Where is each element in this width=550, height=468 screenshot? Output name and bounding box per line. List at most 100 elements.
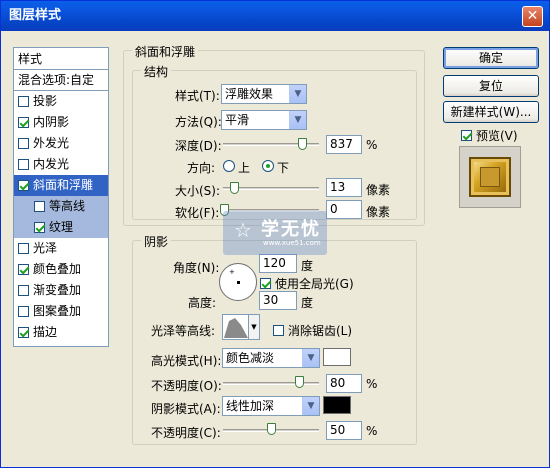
bevel-emboss-title: 斜面和浮雕	[132, 43, 199, 60]
depth-slider-thumb[interactable]	[298, 138, 307, 150]
checkbox-icon[interactable]	[34, 222, 45, 233]
shadow-opacity-unit: %	[366, 424, 378, 438]
highlight-mode-label: 高光模式(H):	[151, 354, 222, 368]
style-list-item-label: 颜色叠加	[33, 262, 82, 276]
new-style-button[interactable]: 新建样式(W)...	[443, 101, 539, 123]
technique-dropdown[interactable]: 平滑 ▼	[221, 110, 307, 130]
style-list-item-label: 投影	[33, 94, 58, 108]
size-input[interactable]: 13	[326, 178, 362, 197]
checkbox-icon[interactable]	[18, 96, 29, 107]
anti-alias-checkbox[interactable]: 消除锯齿(L)	[273, 322, 352, 339]
gloss-contour-picker[interactable]: ▼	[222, 314, 260, 340]
depth-label: 深度(D):	[175, 139, 222, 153]
style-list-item[interactable]: 投影	[14, 91, 108, 112]
watermark-icon: ☆	[234, 218, 252, 242]
checkbox-icon[interactable]	[18, 117, 29, 128]
checkbox-icon[interactable]	[18, 159, 29, 170]
direction-up-label: 上	[238, 161, 251, 175]
style-list-item[interactable]: 外发光	[14, 133, 108, 154]
chevron-down-icon[interactable]: ▼	[302, 349, 319, 367]
depth-input[interactable]: 837	[326, 135, 362, 154]
style-list-item[interactable]: 图案叠加	[14, 301, 108, 322]
direction-down-radio[interactable]	[262, 160, 274, 172]
style-label: 样式(T):	[175, 89, 220, 103]
depth-value: 837	[330, 137, 353, 151]
checkbox-icon[interactable]	[18, 264, 29, 275]
style-list-item[interactable]: 渐变叠加	[14, 280, 108, 301]
title-bar[interactable]: 图层样式	[1, 1, 549, 31]
checkbox-icon[interactable]	[18, 180, 29, 191]
direction-up-radio[interactable]	[223, 160, 235, 172]
shadow-mode-value: 线性加深	[226, 399, 275, 413]
checkbox-icon[interactable]	[461, 130, 472, 141]
size-label: 大小(S):	[175, 184, 221, 198]
global-light-checkbox[interactable]: 使用全局光(G)	[260, 275, 354, 292]
altitude-value: 30	[263, 293, 279, 307]
style-list-item-label: 光泽	[33, 241, 58, 255]
style-list-item-label: 渐变叠加	[33, 283, 82, 297]
style-list-header[interactable]: 样式	[14, 48, 108, 70]
highlight-mode-dropdown[interactable]: 颜色减淡 ▼	[222, 348, 320, 368]
style-list-item-label: 外发光	[33, 136, 70, 150]
style-list-item[interactable]: 纹理	[14, 217, 108, 238]
shadow-opacity-label: 不透明度(C):	[151, 426, 221, 440]
contour-curve-icon	[224, 318, 248, 338]
style-list-item-label: 纹理	[49, 220, 74, 234]
reset-button[interactable]: 复位	[443, 75, 539, 97]
close-button[interactable]: ✕	[522, 6, 543, 27]
angle-center-dot	[237, 281, 240, 284]
highlight-opacity-input[interactable]: 80	[326, 374, 362, 393]
shadow-mode-dropdown[interactable]: 线性加深 ▼	[222, 396, 320, 416]
style-list: 样式 混合选项:自定 投影内阴影外发光内发光斜面和浮雕等高线纹理光泽颜色叠加渐变…	[13, 47, 109, 347]
preview-checkbox[interactable]: 预览(V)	[461, 127, 518, 144]
chevron-down-icon[interactable]: ▼	[289, 85, 306, 103]
style-list-item[interactable]: 内发光	[14, 154, 108, 175]
style-list-item-label: 斜面和浮雕	[33, 178, 94, 192]
chevron-down-icon[interactable]: ▼	[248, 315, 259, 339]
style-preview	[459, 146, 521, 208]
checkbox-icon[interactable]	[18, 327, 29, 338]
highlight-opacity-value: 80	[330, 376, 346, 390]
shadow-mode-label: 阴影模式(A):	[151, 402, 221, 416]
preview-thumbnail	[469, 157, 511, 197]
altitude-input[interactable]: 30	[259, 291, 297, 310]
highlight-mode-value: 颜色减淡	[226, 351, 275, 365]
shadow-opacity-thumb[interactable]	[267, 423, 276, 435]
blending-options-item[interactable]: 混合选项:自定	[14, 70, 108, 91]
chevron-down-icon[interactable]: ▼	[289, 111, 306, 129]
checkbox-icon[interactable]	[18, 306, 29, 317]
checkbox-icon[interactable]	[273, 325, 284, 336]
soften-input[interactable]: 0	[326, 200, 362, 219]
highlight-color-swatch[interactable]	[323, 348, 351, 366]
checkbox-icon[interactable]	[18, 285, 29, 296]
angle-value: 120	[263, 256, 286, 270]
window-title: 图层样式	[9, 8, 62, 23]
checkbox-icon[interactable]	[260, 278, 271, 289]
shadow-opacity-value: 50	[330, 423, 346, 437]
style-dropdown[interactable]: 浮雕效果 ▼	[221, 84, 307, 104]
style-list-item[interactable]: 颜色叠加	[14, 259, 108, 280]
ok-button[interactable]: 确定	[443, 47, 539, 69]
style-list-item[interactable]: 等高线	[14, 196, 108, 217]
checkbox-icon[interactable]	[34, 201, 45, 212]
angle-dial[interactable]: +	[219, 263, 257, 301]
soften-value: 0	[330, 202, 338, 216]
style-list-item[interactable]: 描边	[14, 322, 108, 343]
highlight-opacity-thumb[interactable]	[295, 376, 304, 388]
shadow-opacity-input[interactable]: 50	[326, 421, 362, 440]
shadow-color-swatch[interactable]	[323, 396, 351, 414]
highlight-opacity-track[interactable]	[223, 382, 319, 385]
style-list-item[interactable]: 斜面和浮雕	[14, 175, 108, 196]
technique-dropdown-value: 平滑	[225, 113, 250, 127]
angle-input[interactable]: 120	[259, 254, 297, 273]
angle-label: 角度(N):	[173, 261, 220, 275]
size-slider-thumb[interactable]	[230, 182, 239, 194]
checkbox-icon[interactable]	[18, 243, 29, 254]
checkbox-icon[interactable]	[18, 138, 29, 149]
altitude-unit: 度	[301, 296, 314, 310]
layer-style-dialog: 图层样式 ✕ 样式 混合选项:自定 投影 内阴影 外发光 内发光 斜面和浮雕 等高线 纹理光…	[0, 0, 550, 468]
style-list-item-label: 图案叠加	[33, 304, 82, 318]
style-list-item[interactable]: 光泽	[14, 238, 108, 259]
chevron-down-icon[interactable]: ▼	[302, 397, 319, 415]
style-list-item[interactable]: 内阴影	[14, 112, 108, 133]
